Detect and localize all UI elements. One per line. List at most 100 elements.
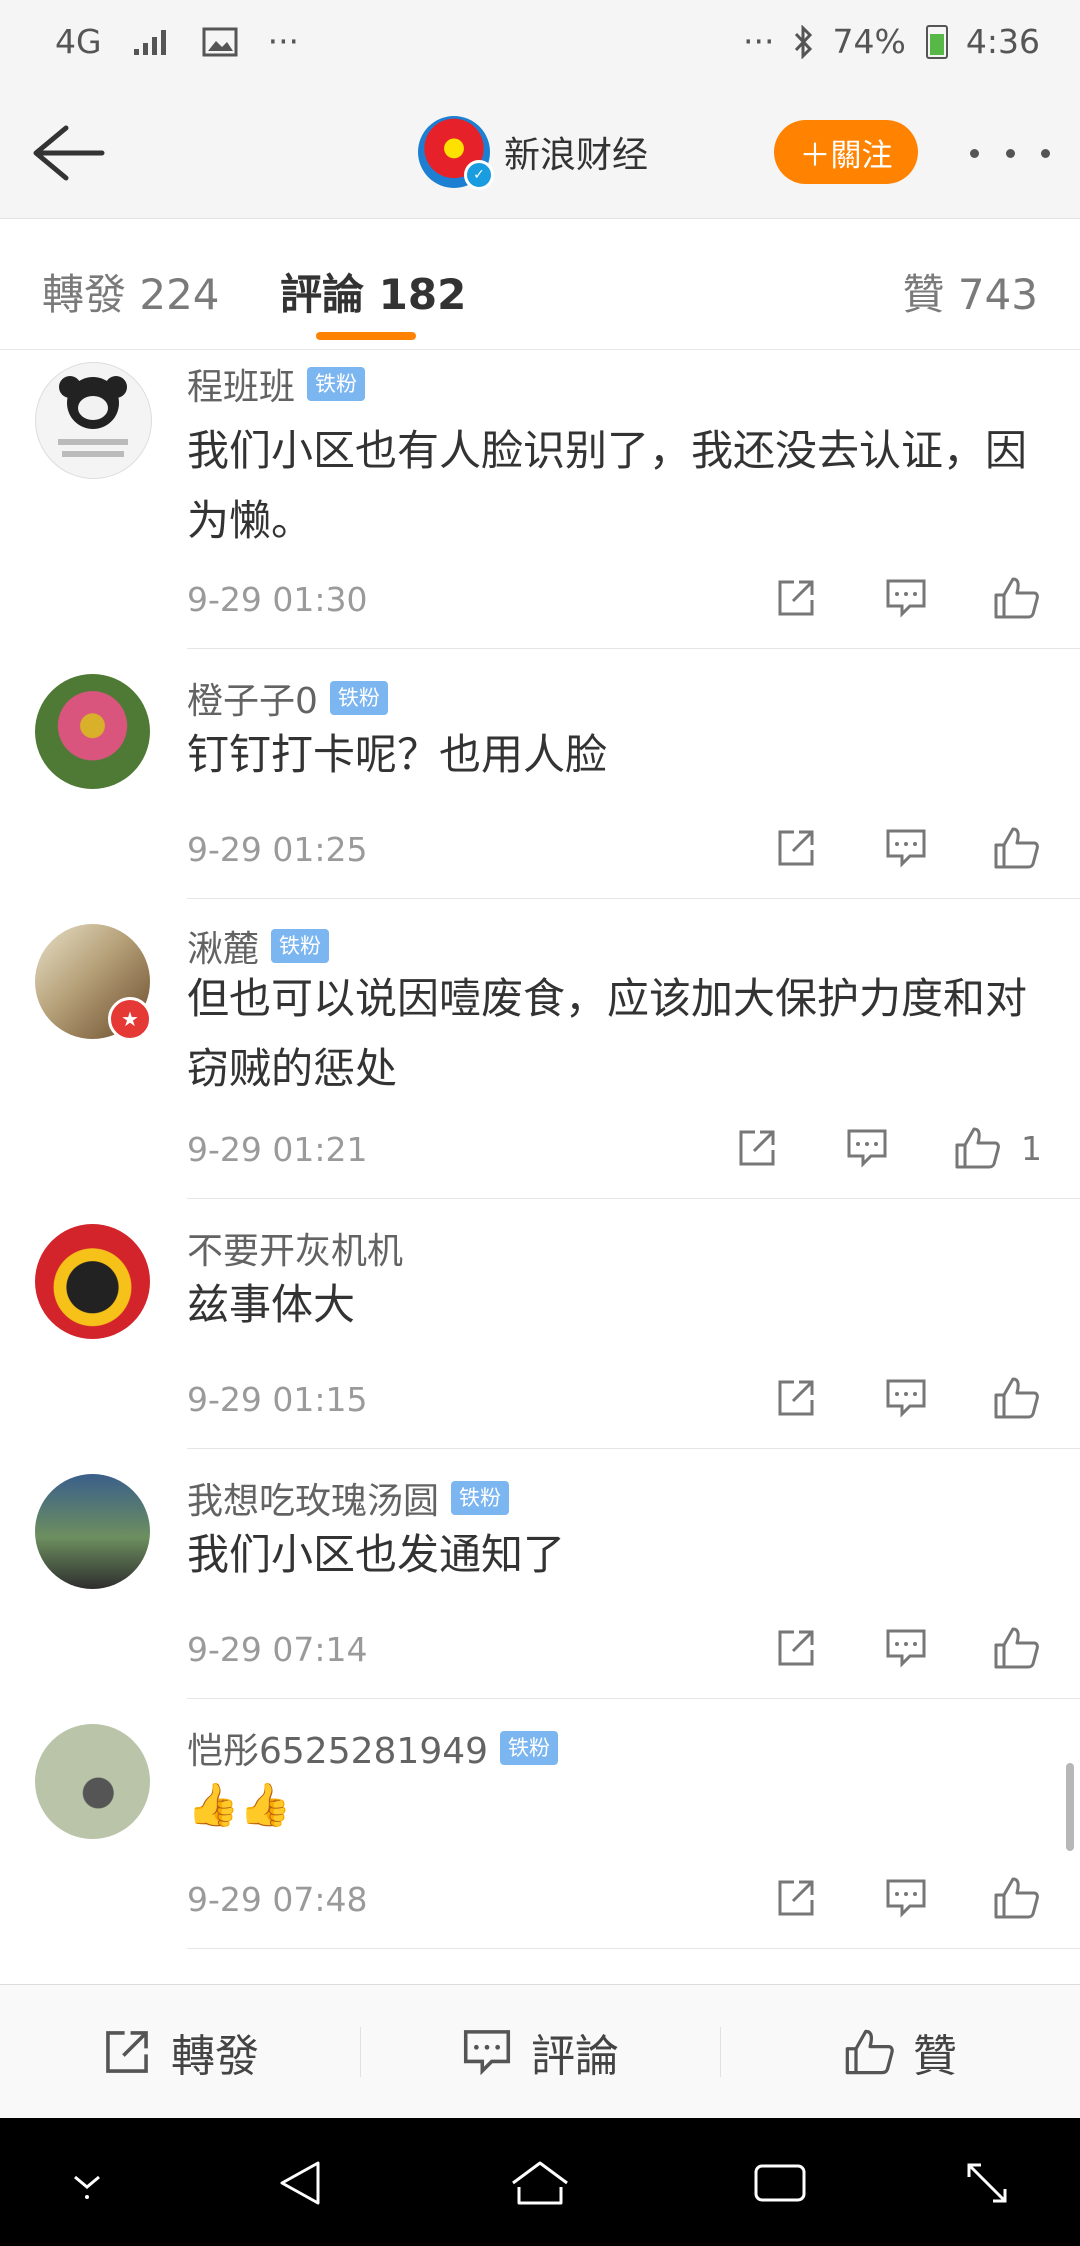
back-button[interactable] <box>28 118 108 188</box>
comment-header: 不要开灰机机 <box>187 1222 403 1274</box>
repost-action-button[interactable]: 轉發 <box>0 1985 360 2118</box>
comment-time: 9-29 01:15 <box>187 1380 368 1419</box>
repost-button[interactable] <box>770 1872 822 1924</box>
account-avatar[interactable]: ✓ <box>418 116 494 190</box>
fan-badge: 铁粉 <box>329 681 388 715</box>
scrollbar[interactable] <box>1066 1763 1074 1851</box>
tab-bar: 轉發 224 評論 182 贊 743 <box>0 219 1080 350</box>
fan-badge: 铁粉 <box>271 929 330 963</box>
comment-header: 橙子子0 铁粉 <box>187 672 388 724</box>
repost-icon <box>778 580 814 616</box>
tab-reposts[interactable]: 轉發 224 <box>42 261 220 322</box>
reply-button[interactable] <box>880 1622 932 1674</box>
thumbs-up-icon <box>994 1877 1039 1919</box>
comment-actions <box>770 1872 1042 1924</box>
repost-icon <box>778 1630 814 1666</box>
divider <box>187 1198 1080 1199</box>
divider <box>187 898 1080 899</box>
more-dot-icon <box>1005 148 1015 158</box>
account-name[interactable]: 新浪财经 <box>504 126 648 178</box>
repost-icon <box>106 2030 148 2073</box>
comment-action-button[interactable]: 評論 <box>360 1985 720 2118</box>
comment-text: 👍👍 <box>187 1780 292 1829</box>
comment-icon <box>886 579 926 618</box>
more-options-button[interactable] <box>970 130 1050 176</box>
chevron-down-icon <box>74 2175 100 2199</box>
like-button[interactable] <box>990 1872 1042 1924</box>
divider <box>187 648 1080 649</box>
like-button[interactable] <box>990 1622 1042 1674</box>
tab-likes[interactable]: 贊 743 <box>902 261 1038 322</box>
fan-badge: 铁粉 <box>451 1481 510 1515</box>
like-action-button[interactable]: 贊 <box>720 1985 1080 2118</box>
tab-comments[interactable]: 評論 182 <box>280 261 466 322</box>
avatar[interactable] <box>35 674 150 789</box>
image-notification-icon <box>202 27 238 57</box>
like-button[interactable] <box>990 1372 1042 1424</box>
repost-icon <box>778 1880 814 1916</box>
nav-back-button[interactable] <box>265 2148 335 2218</box>
comment-text: 我们小区也有人脸识别了，我还没去认证，因为懒。 <box>187 426 1028 545</box>
repost-button[interactable] <box>770 1372 822 1424</box>
repost-button[interactable] <box>731 1122 783 1174</box>
account-header[interactable]: ✓ 新浪财经 <box>418 116 648 190</box>
repost-button[interactable] <box>770 822 822 874</box>
avatar[interactable] <box>35 362 152 479</box>
follow-button[interactable]: ＋關注 <box>774 120 918 184</box>
status-bar: 4G ··· ··· 74% 4:36 <box>0 0 1080 90</box>
like-count: 1 <box>1021 1128 1042 1168</box>
active-tab-indicator <box>316 332 416 340</box>
system-navigation-bar <box>0 2118 1080 2246</box>
nav-recents-button[interactable] <box>745 2148 815 2218</box>
comment-icon <box>886 829 926 868</box>
comment-actions <box>770 572 1042 624</box>
comment-time: 9-29 01:30 <box>187 580 368 619</box>
home-icon <box>512 2161 568 2205</box>
clock: 4:36 <box>965 22 1040 61</box>
comment-actions <box>770 1622 1042 1674</box>
avatar[interactable] <box>35 1224 150 1339</box>
like-button[interactable] <box>990 572 1042 624</box>
like-button[interactable] <box>990 822 1042 874</box>
avatar[interactable] <box>35 1474 150 1589</box>
divider <box>187 1948 1080 1949</box>
hide-keyboard-button[interactable] <box>52 2148 122 2218</box>
thumbs-up-icon <box>994 1377 1039 1419</box>
comment-time: 9-29 01:25 <box>187 830 368 869</box>
comment-actions: 1 <box>731 1122 1042 1174</box>
reply-button[interactable] <box>880 1372 932 1424</box>
notification-overflow: ··· <box>267 22 300 61</box>
repost-action-label: 轉發 <box>171 2030 259 2082</box>
comment-username[interactable]: 恺彤6525281949 <box>187 1722 488 1774</box>
repost-icon <box>739 1130 775 1166</box>
expand-icon <box>967 2163 1007 2203</box>
battery-percent: 74% <box>832 22 906 61</box>
comment-username[interactable]: 不要开灰机机 <box>187 1222 403 1274</box>
like-action-label: 贊 <box>913 2030 957 2082</box>
reply-button[interactable] <box>880 1872 932 1924</box>
recent-apps-icon <box>754 2164 806 2202</box>
comment-text: 兹事体大 <box>187 1280 356 1329</box>
repost-button[interactable] <box>770 572 822 624</box>
avatar[interactable] <box>35 1724 150 1839</box>
like-button[interactable] <box>951 1122 1003 1174</box>
thumbs-up-icon <box>994 1627 1039 1669</box>
reply-button[interactable] <box>880 822 932 874</box>
comment-username[interactable]: 程班班 <box>187 358 295 410</box>
bluetooth-icon <box>793 24 815 59</box>
top-nav: ✓ 新浪财经 ＋關注 <box>0 90 1080 219</box>
nav-home-button[interactable] <box>505 2148 575 2218</box>
reply-button[interactable] <box>880 572 932 624</box>
repost-button[interactable] <box>770 1622 822 1674</box>
comment-time: 9-29 07:14 <box>187 1630 368 1669</box>
comment-username[interactable]: 橙子子0 <box>187 672 318 724</box>
comment-icon <box>886 1629 926 1668</box>
avatar[interactable]: ★ <box>35 924 152 1041</box>
comment-username[interactable]: 我想吃玫瑰汤圆 <box>187 1472 439 1524</box>
thumbs-up-icon <box>955 1127 1000 1169</box>
overflow-dots: ··· <box>743 22 775 61</box>
reply-button[interactable] <box>841 1122 893 1174</box>
expand-button[interactable] <box>952 2148 1022 2218</box>
more-dot-icon <box>1041 148 1050 158</box>
repost-icon <box>778 1380 814 1416</box>
